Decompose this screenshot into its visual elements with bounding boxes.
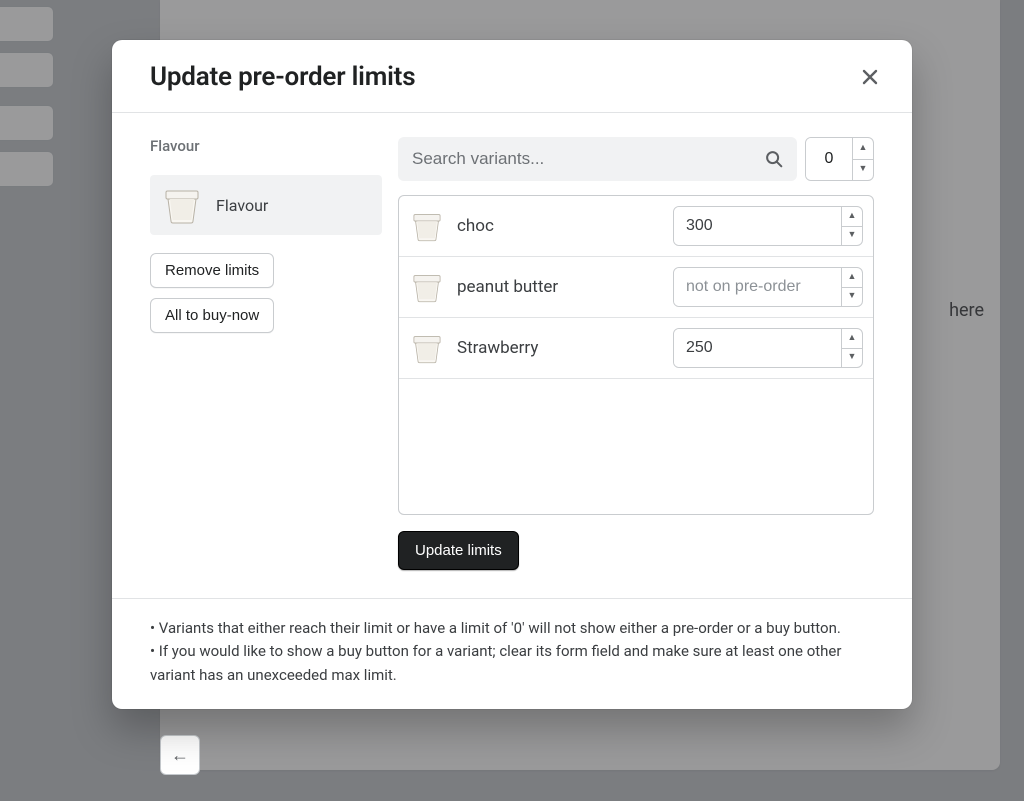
update-limits-button[interactable]: Update limits [398,531,519,570]
variant-value-input[interactable] [674,329,841,367]
footer-note-1: • Variants that either reach their limit… [150,617,874,640]
modal-header: Update pre-order limits [112,40,912,113]
footer-note-2: • If you would like to show a buy button… [150,640,874,687]
variant-value-stepper: ▲ ▼ [673,267,863,307]
modal-title: Update pre-order limits [150,62,415,92]
close-button[interactable] [856,63,884,91]
bucket-icon [409,330,445,366]
variant-name: choc [457,216,661,236]
step-down[interactable]: ▼ [842,288,862,307]
search-icon [763,148,785,170]
left-column: Flavour Flavour Remove limits All to buy… [150,137,382,570]
variant-row: Strawberry ▲ ▼ [399,318,873,379]
option-label: Flavour [216,196,268,215]
all-to-buy-now-button[interactable]: All to buy-now [150,298,274,333]
bucket-icon [409,208,445,244]
step-down[interactable]: ▼ [842,349,862,368]
variant-value-input[interactable] [674,207,841,245]
variant-name: peanut butter [457,277,661,297]
remove-limits-button[interactable]: Remove limits [150,253,274,288]
close-icon [860,67,880,87]
search-row: ▲ ▼ [398,137,874,181]
variant-list: choc ▲ ▼ peanut butter [398,195,874,515]
right-column: ▲ ▼ choc ▲ ▼ [398,137,874,570]
bucket-icon [409,269,445,305]
option-flavour[interactable]: Flavour [150,175,382,235]
search-field-wrap [398,137,797,181]
variant-value-stepper: ▲ ▼ [673,206,863,246]
step-down[interactable]: ▼ [842,227,862,246]
modal-footer: • Variants that either reach their limit… [112,598,912,709]
bulk-step-up[interactable]: ▲ [853,138,873,160]
variant-value-stepper: ▲ ▼ [673,328,863,368]
arrow-left-icon: ← [171,745,189,766]
variant-name: Strawberry [457,338,661,358]
update-limits-modal: Update pre-order limits Flavour Flavour … [112,40,912,709]
bulk-value-input[interactable] [806,138,852,180]
step-up[interactable]: ▲ [842,207,862,227]
modal-body: Flavour Flavour Remove limits All to buy… [112,113,912,598]
search-input[interactable] [398,137,763,181]
variant-row: choc ▲ ▼ [399,196,873,257]
bulk-value-stepper: ▲ ▼ [805,137,874,181]
step-up[interactable]: ▲ [842,329,862,349]
section-heading: Flavour [150,137,382,155]
bucket-icon [160,183,204,227]
variant-row: peanut butter ▲ ▼ [399,257,873,318]
bulk-step-down[interactable]: ▼ [853,160,873,181]
back-button[interactable]: ← [160,735,200,775]
variant-value-input[interactable] [674,268,841,306]
step-up[interactable]: ▲ [842,268,862,288]
